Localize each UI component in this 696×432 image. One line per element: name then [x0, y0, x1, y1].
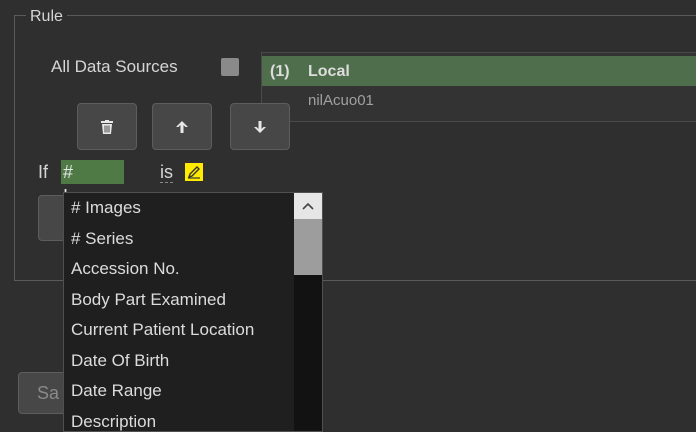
rule-legend: Rule	[26, 8, 67, 26]
delete-button[interactable]	[77, 103, 137, 150]
all-data-sources-label: All Data Sources	[51, 57, 178, 77]
chevron-up-icon	[302, 202, 314, 210]
if-label: If	[38, 162, 48, 183]
dropdown-option[interactable]: Date Range	[64, 376, 292, 407]
scroll-up-button[interactable]	[294, 193, 322, 219]
field-dropdown-list: # Images # Series Accession No. Body Par…	[64, 193, 292, 432]
dropdown-option[interactable]: Body Part Examined	[64, 285, 292, 316]
source-row-local[interactable]: (1) Local	[262, 56, 696, 86]
move-down-button[interactable]	[230, 103, 290, 150]
dropdown-option[interactable]: Date Of Birth	[64, 346, 292, 377]
dropdown-scroll-thumb[interactable]	[294, 219, 322, 275]
move-up-button[interactable]	[152, 103, 212, 150]
arrow-up-icon	[175, 120, 189, 134]
dropdown-option[interactable]: Accession No.	[64, 254, 292, 285]
source-number: (1)	[270, 63, 290, 81]
edit-pencil-icon	[187, 165, 201, 179]
value-edit-button[interactable]	[185, 163, 203, 181]
save-button[interactable]: Sa	[18, 372, 68, 414]
arrow-down-icon	[253, 120, 267, 134]
dropdown-option[interactable]: # Series	[64, 224, 292, 255]
source-row-nilacuo01[interactable]: nilAcuo01	[262, 88, 696, 118]
operator-selector[interactable]: is	[160, 162, 173, 183]
field-dropdown[interactable]: # Images # Series Accession No. Body Par…	[63, 192, 323, 432]
all-data-sources-checkbox[interactable]	[221, 58, 239, 76]
source-name: Local	[308, 63, 350, 81]
condition-action-button[interactable]	[38, 195, 66, 241]
trash-icon	[101, 120, 113, 134]
dropdown-option[interactable]: # Images	[64, 193, 292, 224]
data-sources-list[interactable]: (1) Local nilAcuo01	[261, 52, 696, 122]
dropdown-option[interactable]: Description	[64, 407, 292, 432]
source-name: nilAcuo01	[308, 92, 374, 109]
field-selector[interactable]: # Images	[61, 160, 124, 184]
dropdown-option[interactable]: Current Patient Location	[64, 315, 292, 346]
